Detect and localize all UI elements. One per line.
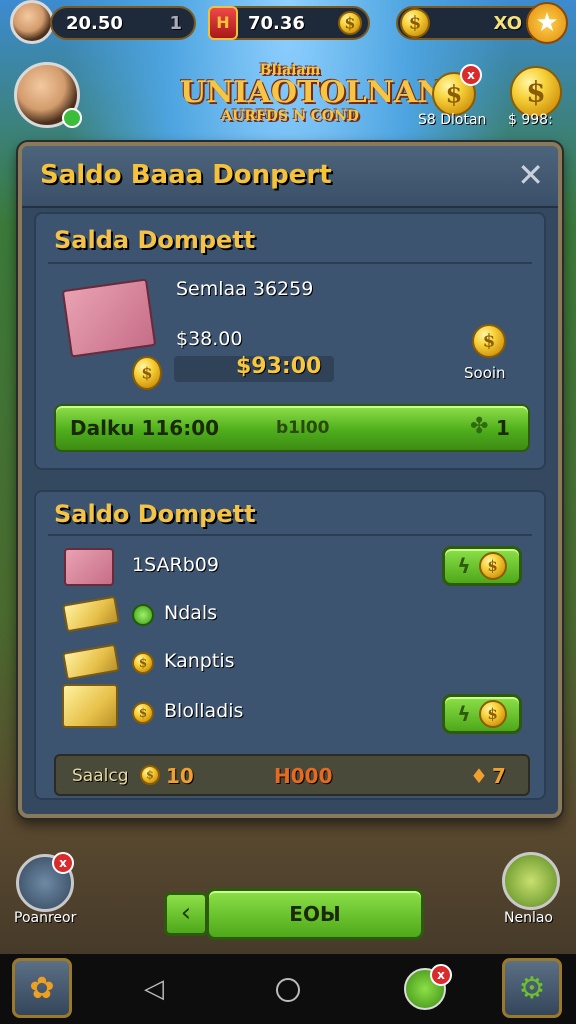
- old-price: $38.00: [176, 328, 243, 350]
- claim-button-1[interactable]: ϟ: [442, 546, 522, 586]
- player-avatar-small[interactable]: [10, 0, 54, 44]
- wallet-dialog: Saldo Baaa Donpert ✕ Salda Dompett Semla…: [18, 142, 562, 818]
- coin-value: XO: [493, 12, 522, 34]
- claim-button-2[interactable]: ϟ: [442, 694, 522, 734]
- game-title-sub: AURFDS N COND: [221, 108, 359, 124]
- clover-icon: ✤: [470, 414, 489, 439]
- row-2-label: Ndals: [164, 602, 218, 624]
- coin-icon: [478, 700, 507, 728]
- coin-dot-icon: [132, 652, 154, 674]
- chat-badge: x: [430, 964, 452, 986]
- coin-dot-icon-2: [132, 702, 154, 724]
- summary-left-value: 10: [166, 764, 194, 788]
- money-stack-icon: [61, 278, 157, 358]
- menu-button[interactable]: [502, 852, 560, 910]
- settings-icon[interactable]: ✿: [12, 958, 72, 1018]
- confirm-button-label: ЕОЫ: [289, 902, 341, 926]
- coin-icon: [478, 552, 507, 580]
- online-status-icon: [62, 108, 82, 128]
- row-3-label: Kanptis: [164, 650, 235, 672]
- back-icon[interactable]: ◁: [144, 974, 164, 1004]
- gold-coin-tag-icon: [132, 356, 162, 390]
- cash-stack-icon: [62, 684, 118, 728]
- balance-section-title: Salda Dompett: [54, 226, 256, 254]
- side-label-1: S8 Dlotan: [418, 112, 487, 128]
- shield-value: 70.36: [248, 12, 305, 34]
- deposit-bar-count: 1: [496, 416, 510, 440]
- gems-value: 20.50: [66, 12, 123, 34]
- coin-icon[interactable]: [472, 324, 506, 358]
- shield-icon: H: [208, 6, 238, 40]
- coin-icon: [140, 765, 160, 785]
- wallet-icon: [338, 11, 362, 35]
- bolt-icon-2: ϟ: [457, 702, 471, 726]
- bank-coin-icon[interactable]: [510, 66, 562, 118]
- shield-counter[interactable]: H 70.36: [208, 6, 370, 40]
- menu-label: Nenlao: [504, 910, 553, 926]
- gear-icon[interactable]: ⚙: [502, 958, 562, 1018]
- gems-counter[interactable]: 20.50 1: [50, 6, 196, 40]
- bolt-icon: ϟ: [457, 554, 471, 578]
- wallet-section-title: Saldo Dompett: [54, 500, 256, 528]
- cash-icon: [61, 595, 121, 633]
- dialog-header: Saldo Baaa Donpert ✕: [22, 146, 558, 208]
- back-arrow-button[interactable]: ‹: [164, 892, 208, 936]
- title-underline: [48, 262, 532, 264]
- coin-caption: Sooin: [464, 364, 506, 382]
- row-1-label: 1SARb09: [132, 554, 219, 576]
- summary-right: 7: [492, 764, 506, 788]
- game-title-logo: Bliaiam UNIAOTOLNAN! AURFDS N COND: [180, 62, 458, 124]
- side-label-2: $ 998:: [508, 112, 553, 128]
- notification-badge: x: [460, 64, 482, 86]
- wallet-section: Saldo Dompett 1SARb09 ϟ Ndals Kanptis Bl…: [34, 490, 546, 800]
- summary-left-label: Saalcg: [72, 766, 129, 786]
- summary-bar: Saalcg 10 H000 ♦ 7: [54, 754, 530, 796]
- row-4-label: Blolladis: [164, 700, 244, 722]
- balance-section: Salda Dompett Semlaa 36259 $38.00 $93:00…: [34, 212, 546, 470]
- deposit-bar-middle: b1l00: [276, 418, 330, 438]
- cash-icon-2: [61, 643, 121, 681]
- shop-label: Poanreor: [14, 910, 77, 926]
- system-nav-bar: ✿ ◁ x ⚙: [0, 954, 576, 1024]
- flame-icon: ♦: [470, 764, 488, 788]
- game-title-main: UNIAOTOLNAN!: [180, 75, 458, 110]
- item-label: Semlaa 36259: [176, 278, 314, 300]
- deposit-bar-label: Dalku 116:00: [70, 416, 220, 440]
- summary-middle: H000: [274, 764, 333, 788]
- green-dot-icon: [132, 604, 154, 626]
- star-icon[interactable]: ★: [526, 2, 568, 44]
- new-price: $93:00: [236, 354, 322, 379]
- shop-badge: x: [52, 852, 74, 874]
- deposit-bar[interactable]: Dalku 116:00 b1l00 ✤ 1: [54, 404, 530, 452]
- confirm-button[interactable]: ЕОЫ: [206, 888, 424, 940]
- dialog-title: Saldo Baaa Donpert: [40, 160, 332, 190]
- title-underline-2: [48, 534, 532, 536]
- close-icon[interactable]: ✕: [517, 156, 544, 194]
- coin-icon: [400, 8, 430, 38]
- home-icon[interactable]: [276, 978, 300, 1002]
- gift-icon: [64, 548, 114, 586]
- gems-suffix: 1: [169, 12, 182, 34]
